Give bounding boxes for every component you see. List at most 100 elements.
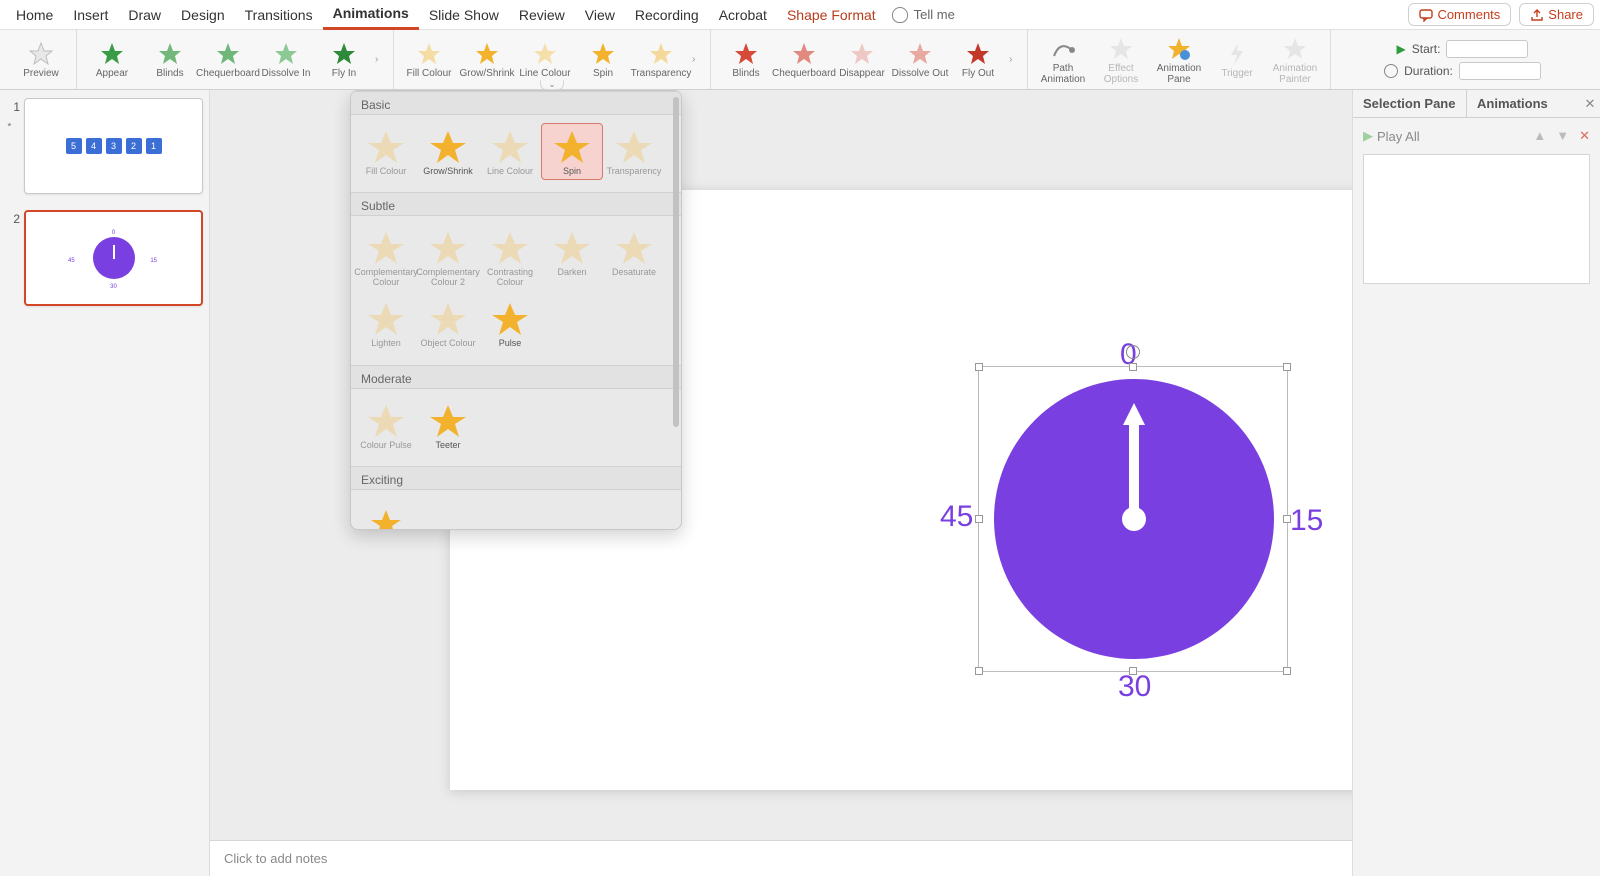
label: Fly Out: [962, 68, 994, 79]
pop-item-colour-pulse[interactable]: Colour Pulse: [355, 397, 417, 454]
pop-item-darken[interactable]: Darken: [541, 224, 603, 291]
start-input[interactable]: [1446, 40, 1528, 58]
pop-item-contrasting-colour[interactable]: Contrasting Colour: [479, 224, 541, 291]
resize-handle-bl[interactable]: [975, 667, 983, 675]
close-pane-button[interactable]: ✕: [1580, 90, 1600, 117]
animation-painter-button[interactable]: AnimationPainter: [1266, 35, 1324, 85]
pop-item-label: Fill Colour: [366, 167, 407, 176]
trigger-button[interactable]: Trigger: [1208, 40, 1266, 79]
delete-anim-button[interactable]: ✕: [1579, 128, 1590, 144]
tab-animations-pane[interactable]: Animations: [1467, 90, 1580, 117]
resize-handle-br[interactable]: [1283, 667, 1291, 675]
entrance-appear[interactable]: Appear: [83, 40, 141, 79]
exit-blinds[interactable]: Blinds: [717, 40, 775, 79]
star-icon: [907, 41, 933, 67]
tab-home[interactable]: Home: [6, 1, 63, 29]
play-all-label[interactable]: Play All: [1377, 129, 1420, 144]
slide-canvas[interactable]: 0 15 30 45: [210, 90, 1352, 876]
star-brush-icon: [1282, 36, 1308, 62]
pop-item-lighten[interactable]: Lighten: [355, 295, 417, 352]
exit-dissolve-out[interactable]: Dissolve Out: [891, 40, 949, 79]
pop-item-fill-colour[interactable]: Fill Colour: [355, 123, 417, 180]
tab-selection-pane[interactable]: Selection Pane: [1353, 90, 1467, 117]
l1: Animation: [1273, 63, 1317, 74]
tab-acrobat[interactable]: Acrobat: [709, 1, 777, 29]
thumbnail-slide-1[interactable]: 5 4 3 2 1: [24, 98, 203, 194]
path-icon: [1050, 36, 1076, 62]
emphasis-fill-colour[interactable]: Fill Colour: [400, 40, 458, 79]
emphasis-transparency[interactable]: Transparency: [632, 40, 690, 79]
tab-insert[interactable]: Insert: [63, 1, 118, 29]
emphasis-spin[interactable]: Spin: [574, 40, 632, 79]
pop-item-desaturate[interactable]: Desaturate: [603, 224, 665, 291]
popover-scrollbar[interactable]: [673, 97, 679, 427]
exit-disappear[interactable]: Disappear: [833, 40, 891, 79]
pop-item-label: Line Colour: [487, 167, 533, 176]
entrance-fly-in[interactable]: Fly In: [315, 40, 373, 79]
emphasis-more[interactable]: ›: [690, 52, 704, 67]
move-down-button[interactable]: ▼: [1556, 128, 1569, 144]
tab-animations[interactable]: Animations: [323, 0, 419, 30]
entrance-blinds[interactable]: Blinds: [141, 40, 199, 79]
pop-item-line-colour[interactable]: Line Colour: [479, 123, 541, 180]
tab-slideshow[interactable]: Slide Show: [419, 1, 509, 29]
exit-fly-out[interactable]: Fly Out: [949, 40, 1007, 79]
emphasis-grow-shrink[interactable]: Grow/Shrink: [458, 40, 516, 79]
duration-input[interactable]: [1459, 62, 1541, 80]
tab-recording[interactable]: Recording: [625, 1, 709, 29]
popover-section-moderate: Moderate: [351, 365, 681, 389]
resize-handle-r[interactable]: [1283, 515, 1291, 523]
clock-icon: [1384, 64, 1398, 78]
star-icon: [215, 41, 241, 67]
ribbon-group-advanced: PathAnimation EffectOptions AnimationPan…: [1028, 30, 1331, 89]
tab-shape-format[interactable]: Shape Format: [777, 1, 886, 29]
pop-item-pulse[interactable]: Pulse: [479, 295, 541, 352]
tell-me[interactable]: Tell me: [892, 7, 955, 23]
selected-shape[interactable]: [978, 366, 1288, 672]
emphasis-dropdown-chevron[interactable]: ⌄: [540, 80, 564, 90]
entrance-more[interactable]: ›: [373, 52, 387, 67]
preview-button[interactable]: Preview: [12, 40, 70, 79]
pop-item-complementary-colour-2[interactable]: Complementary Colour 2: [417, 224, 479, 291]
slide-thumbnails: 1 ⋆ 5 4 3 2 1 2 0 15 30 45: [0, 90, 210, 876]
exit-chequerboard[interactable]: Chequerboard: [775, 40, 833, 79]
thumbnail-slide-2[interactable]: 0 15 30 45: [24, 210, 203, 306]
rotate-handle[interactable]: [1126, 345, 1140, 359]
star-icon: [99, 41, 125, 67]
notes-pane[interactable]: Click to add notes: [210, 840, 1352, 876]
tab-view[interactable]: View: [575, 1, 625, 29]
tab-review[interactable]: Review: [509, 1, 575, 29]
comments-button[interactable]: Comments: [1408, 3, 1511, 26]
exit-more[interactable]: ›: [1007, 52, 1021, 67]
pop-item-complementary-colour[interactable]: Complementary Colour: [355, 224, 417, 291]
pop-item-label: Complementary Colour 2: [416, 268, 480, 287]
entrance-dissolve-in[interactable]: Dissolve In: [257, 40, 315, 79]
resize-handle-tr[interactable]: [1283, 363, 1291, 371]
popover-section-basic: Basic: [351, 91, 681, 115]
resize-handle-tl[interactable]: [975, 363, 983, 371]
resize-handle-t[interactable]: [1129, 363, 1137, 371]
share-button[interactable]: Share: [1519, 3, 1594, 26]
animation-pane-button[interactable]: AnimationPane: [1150, 35, 1208, 85]
pop-item-exciting[interactable]: [355, 498, 417, 529]
tab-transitions[interactable]: Transitions: [235, 1, 323, 29]
entrance-chequerboard[interactable]: Chequerboard: [199, 40, 257, 79]
pop-item-object-colour[interactable]: Object Colour: [417, 295, 479, 352]
pop-item-teeter[interactable]: Teeter: [417, 397, 479, 454]
pop-item-label: Desaturate: [612, 268, 656, 277]
pop-item-spin[interactable]: Spin: [541, 123, 603, 180]
tab-draw[interactable]: Draw: [118, 1, 171, 29]
resize-handle-l[interactable]: [975, 515, 983, 523]
label: Fly In: [332, 68, 356, 79]
path-animation-button[interactable]: PathAnimation: [1034, 35, 1092, 85]
animation-list[interactable]: [1363, 154, 1590, 284]
move-up-button[interactable]: ▲: [1533, 128, 1546, 144]
effect-options-button[interactable]: EffectOptions: [1092, 35, 1150, 85]
tab-design[interactable]: Design: [171, 1, 235, 29]
resize-handle-b[interactable]: [1129, 667, 1137, 675]
ribbon-group-preview: Preview: [6, 30, 77, 89]
pop-item-grow-shrink[interactable]: Grow/Shrink: [417, 123, 479, 180]
pop-item-transparency[interactable]: Transparency: [603, 123, 665, 180]
emphasis-line-colour[interactable]: Line Colour: [516, 40, 574, 79]
ribbon-group-exit: Blinds Chequerboard Disappear Dissolve O…: [711, 30, 1028, 89]
